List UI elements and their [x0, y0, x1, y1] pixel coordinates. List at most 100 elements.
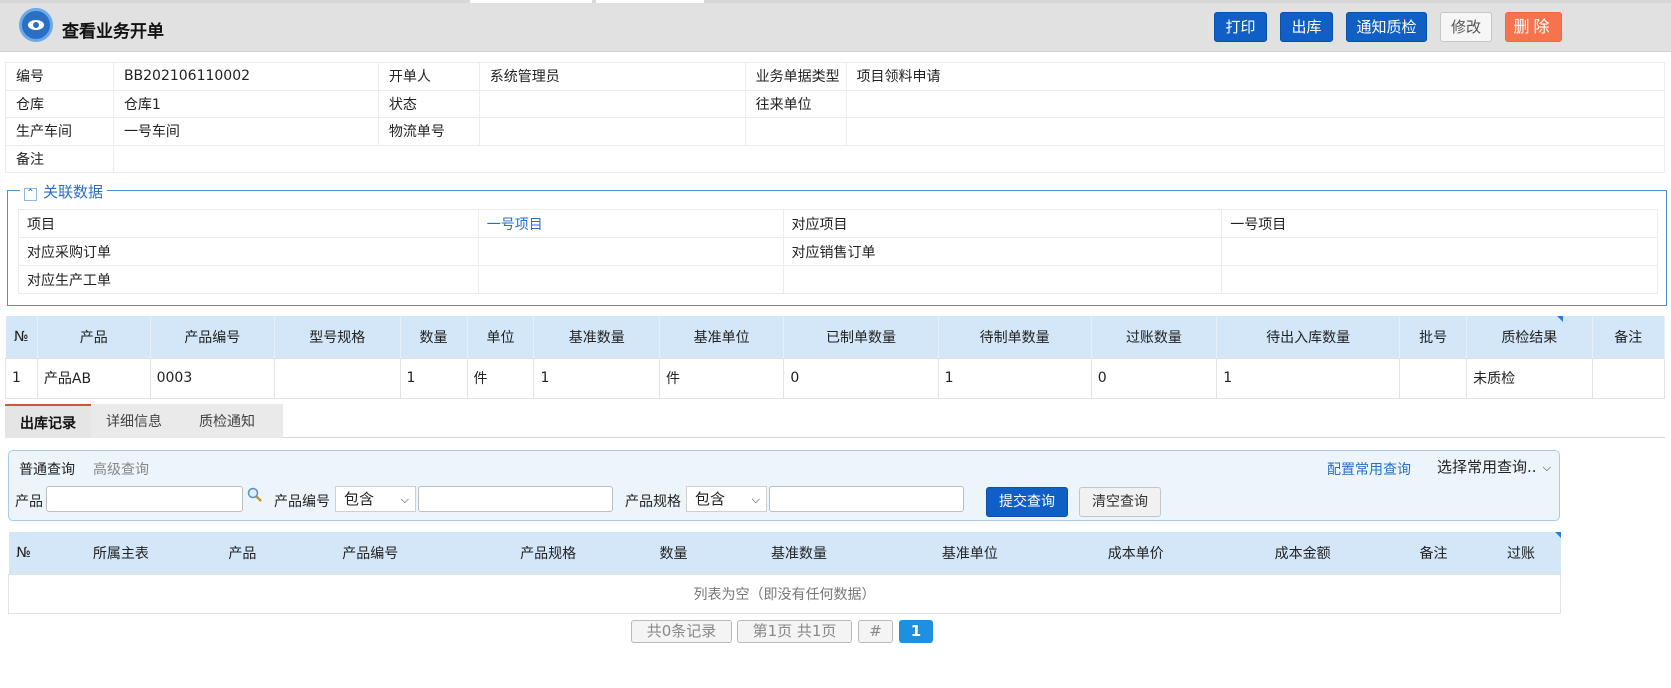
- cell: 1: [5, 357, 38, 399]
- records-header: № 所属主表 产品 产品编号 产品规格 数量 基准数量 基准单位 成本单价 成本…: [8, 532, 1561, 574]
- col-header: №: [8, 532, 39, 574]
- empty-row: 列表为空（即没有任何数据）: [8, 573, 1561, 614]
- delete-button[interactable]: 删除: [1505, 12, 1562, 42]
- col-header: 基准单位: [887, 532, 1052, 574]
- related-data-title: 关联数据: [43, 183, 104, 201]
- tab-details[interactable]: 详细信息: [91, 404, 184, 438]
- edit-button[interactable]: 修改: [1440, 12, 1492, 42]
- code-operator-value: 包含: [344, 490, 375, 508]
- info-row: 编号 BB202106110002 开单人 系统管理员 业务单据类型 项目领料申…: [5, 62, 1666, 91]
- clear-query-button[interactable]: 清空查询: [1079, 487, 1161, 517]
- product-grid-header: № 产品 产品编号 型号规格 数量 单位 基准数量 基准单位 已制单数量 待制单…: [5, 316, 1666, 358]
- spec-input[interactable]: [769, 486, 964, 512]
- outbound-button[interactable]: 出库: [1280, 12, 1333, 42]
- detail-tabs: 出库记录 详细信息 质检通知单: [5, 402, 1665, 466]
- info-value: [845, 89, 1666, 118]
- info-label: 生产车间: [5, 117, 114, 146]
- code-operator-select[interactable]: 包含 ⌵: [335, 486, 416, 512]
- cell: 1: [399, 357, 468, 399]
- cell: 产品AB: [36, 357, 151, 399]
- code-input[interactable]: [418, 486, 613, 512]
- col-header: 备注: [1592, 316, 1666, 358]
- col-header: №: [5, 316, 38, 358]
- info-row: 生产车间 一号车间 物流单号: [5, 117, 1666, 146]
- col-header: 基准数量: [533, 316, 660, 358]
- pager-total: 共0条记录: [631, 620, 732, 643]
- simple-query-tab[interactable]: 普通查询: [19, 459, 75, 479]
- table-row[interactable]: 1 产品AB 0003 1 件 1 件 0 1 0 1 未质检: [5, 357, 1666, 399]
- related-value: 一号项目: [1221, 209, 1658, 238]
- cell: 0: [1090, 357, 1218, 399]
- project-link[interactable]: 一号项目: [477, 209, 784, 238]
- col-header: 产品编号: [150, 316, 276, 358]
- product-input[interactable]: [46, 486, 243, 512]
- cell: 件: [658, 357, 785, 399]
- cell: [274, 357, 401, 399]
- pager-jump[interactable]: #: [858, 620, 893, 643]
- cell: 1: [1216, 357, 1401, 399]
- related-data-legend[interactable]: ⌃ 关联数据: [20, 181, 108, 202]
- col-header: 产品: [37, 316, 151, 358]
- related-data-table: 项目 一号项目 对应项目 一号项目 对应采购订单 对应销售订单 对应生产工单: [18, 209, 1658, 294]
- chevron-down-icon: ⌵: [1542, 461, 1551, 474]
- code-label: 产品编号: [274, 494, 330, 510]
- related-empty-cell: [782, 265, 1223, 294]
- info-label: 状态: [377, 89, 480, 118]
- outbound-records-table: № 所属主表 产品 产品编号 产品规格 数量 基准数量 基准单位 成本单价 成本…: [8, 532, 1561, 614]
- related-label: 对应销售订单: [782, 237, 1223, 266]
- tab-outbound-records[interactable]: 出库记录: [5, 404, 91, 438]
- collapse-chevron-icon[interactable]: ⌃: [24, 188, 37, 201]
- info-row: 仓库 仓库1 状态 往来单位: [5, 89, 1666, 118]
- info-label: 业务单据类型: [744, 62, 847, 91]
- info-label: 开单人: [377, 62, 480, 91]
- cell: [1591, 357, 1666, 399]
- configure-query-link[interactable]: 配置常用查询: [1327, 459, 1411, 479]
- chevron-down-icon: ⌵: [751, 493, 760, 506]
- product-grid: № 产品 产品编号 型号规格 数量 单位 基准数量 基准单位 已制单数量 待制单…: [5, 316, 1666, 399]
- info-value: 仓库1: [112, 89, 379, 118]
- col-header: 成本金额: [1219, 532, 1386, 574]
- cell: 未质检: [1466, 357, 1593, 399]
- saved-query-select[interactable]: 选择常用查询.. ⌵: [1429, 455, 1557, 481]
- advanced-query-tab[interactable]: 高级查询: [93, 459, 149, 479]
- related-row: 项目 一号项目 对应项目 一号项目: [18, 209, 1658, 238]
- related-label: 对应采购订单: [18, 237, 479, 266]
- related-row: 对应采购订单 对应销售订单: [18, 237, 1658, 266]
- col-header: 数量: [637, 532, 711, 574]
- search-icon[interactable]: [247, 487, 263, 503]
- col-header: 过账: [1481, 532, 1561, 574]
- pager-page-info: 第1页 共1页: [737, 620, 852, 643]
- spec-label: 产品规格: [625, 494, 681, 510]
- top-tab-strip: [0, 0, 1671, 3]
- print-button[interactable]: 打印: [1214, 12, 1267, 42]
- info-value: [478, 117, 746, 146]
- notify-qc-button[interactable]: 通知质检: [1346, 12, 1427, 42]
- info-label: 仓库: [5, 89, 114, 118]
- order-info-table: 编号 BB202106110002 开单人 系统管理员 业务单据类型 项目领料申…: [5, 62, 1666, 173]
- search-panel: 普通查询 高级查询 配置常用查询 选择常用查询.. ⌵ 产品 产品编号 包含 ⌵ 产…: [8, 450, 1560, 521]
- info-row: 备注: [5, 144, 1666, 173]
- col-header: 产品编号: [281, 532, 460, 574]
- spec-operator-select[interactable]: 包含 ⌵: [686, 486, 767, 512]
- submit-query-button[interactable]: 提交查询: [986, 487, 1068, 517]
- related-label: 对应生产工单: [18, 265, 479, 294]
- chevron-down-icon: ⌵: [400, 493, 409, 506]
- eye-logo-icon: [19, 8, 53, 42]
- related-label: 项目: [18, 209, 479, 238]
- info-value: BB202106110002: [112, 62, 379, 91]
- info-value: 系统管理员: [478, 62, 746, 91]
- col-header: 基准数量: [710, 532, 888, 574]
- tab-qc-notices[interactable]: 质检通知单: [184, 404, 283, 466]
- related-value: [477, 265, 784, 294]
- info-label: 备注: [5, 144, 114, 173]
- info-value: [112, 144, 1666, 173]
- info-label: 往来单位: [744, 89, 847, 118]
- product-label: 产品: [15, 494, 43, 510]
- title-bar: 查看业务开单 打印 出库 通知质检 修改 删除: [0, 0, 1671, 52]
- info-value: [478, 89, 746, 118]
- pager-current-page[interactable]: 1: [899, 620, 933, 643]
- col-header: 单位: [467, 316, 535, 358]
- col-header: 产品: [203, 532, 282, 574]
- info-value: [845, 117, 1666, 146]
- col-header: 产品规格: [459, 532, 638, 574]
